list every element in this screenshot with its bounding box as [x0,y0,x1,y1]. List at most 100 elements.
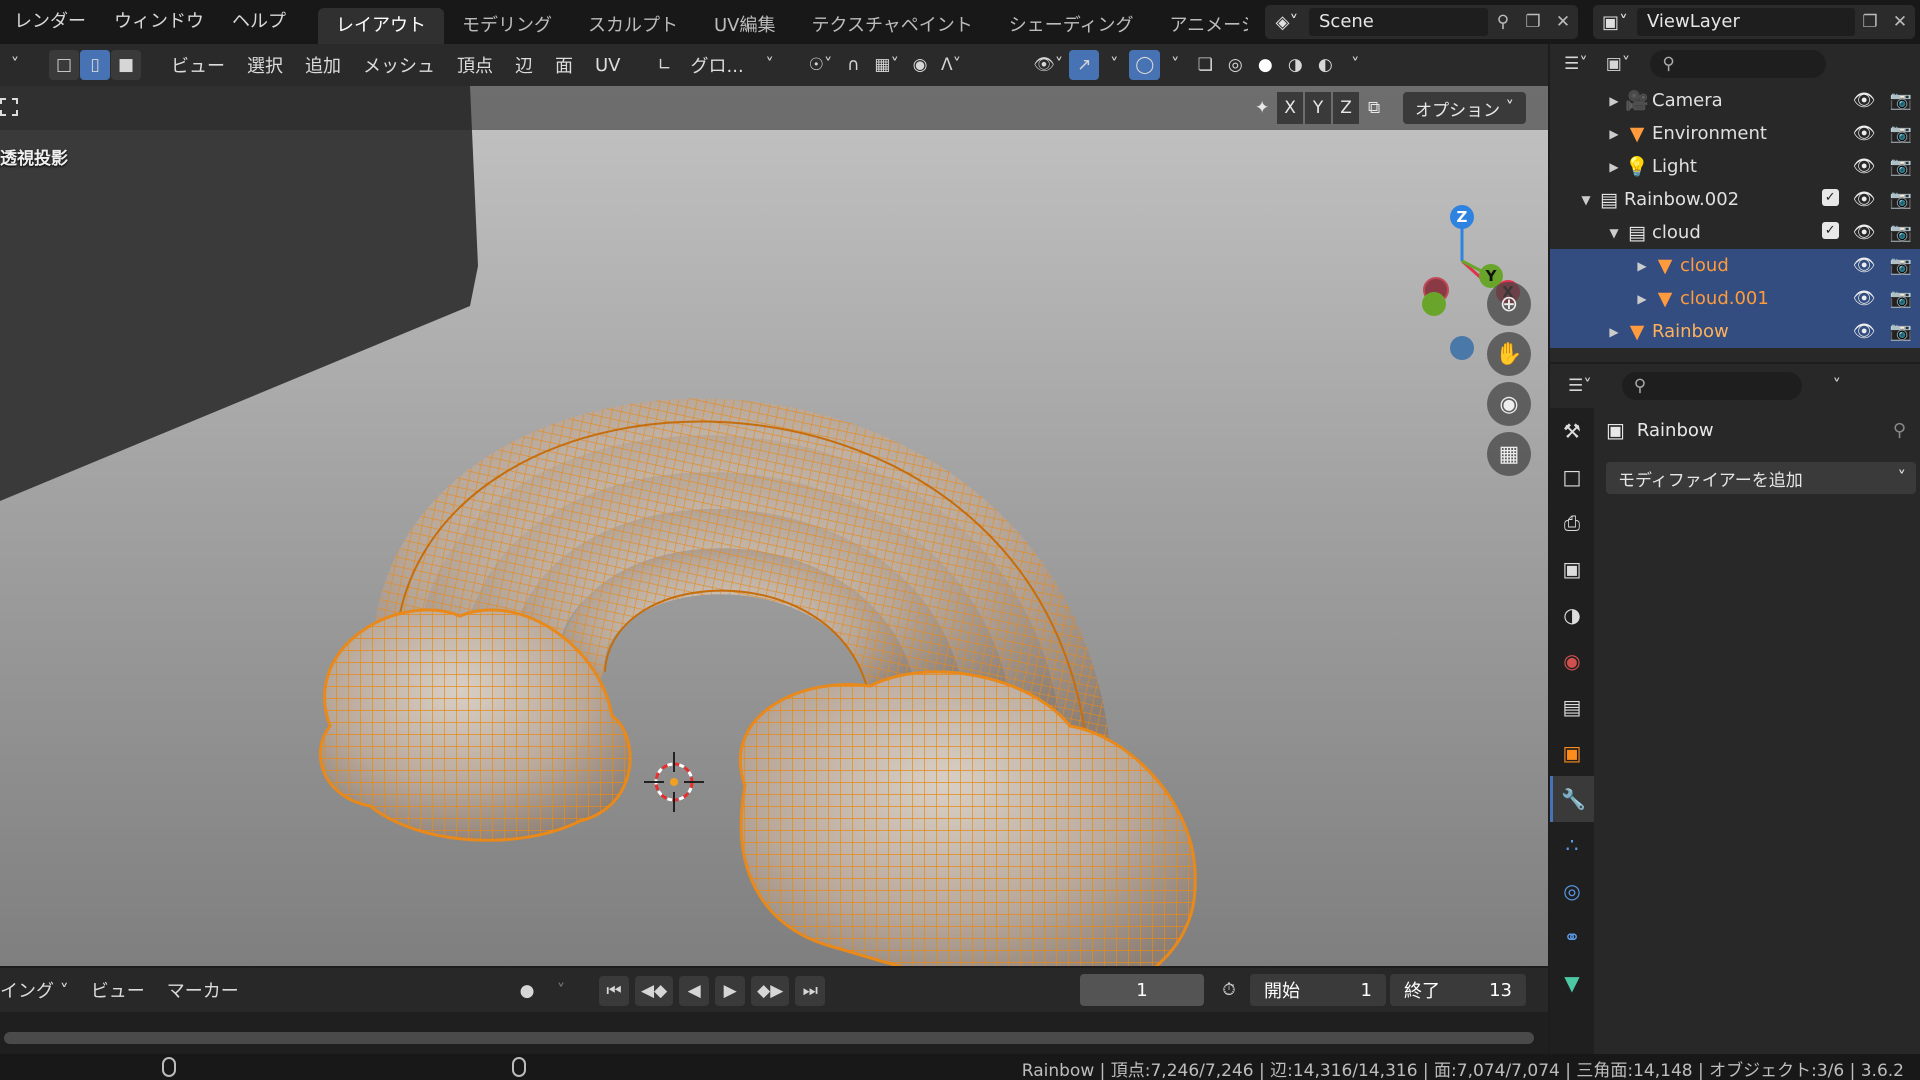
scene-tab-icon[interactable]: ◑ [1550,592,1594,638]
display-mode-icon[interactable]: ▣˅ [1600,49,1637,79]
pin-icon[interactable]: ⚲ [1488,7,1518,37]
close-icon[interactable]: ✕ [1885,7,1915,37]
collapsed-triangle-icon[interactable]: ▶ [1606,325,1622,339]
auto-merge-icon[interactable]: ⧉ [1361,92,1387,124]
render-camera-icon[interactable]: 📷 [1890,255,1912,276]
material-shading-icon[interactable]: ◑ [1280,50,1310,80]
start-frame-field[interactable]: 開始 1 [1250,974,1386,1006]
new-scene-icon[interactable]: ❐ [1518,7,1548,37]
data-tab-icon[interactable]: ▼ [1550,960,1594,1006]
outliner-row[interactable]: ▶ ▼ cloud.001 👁 📷 [1550,282,1920,315]
eye-icon[interactable]: 👁 [1853,123,1876,144]
tab-shading[interactable]: シェーディング [991,8,1152,44]
outliner-row[interactable]: ▶ 💡 Light 👁 📷 [1550,150,1920,183]
pivot-point-icon[interactable]: ☉˅ [803,50,839,80]
tab-uv-editing[interactable]: UV編集 [696,8,794,44]
stopwatch-icon[interactable]: ⏱ [1214,975,1244,1005]
chevron-down-icon[interactable]: ˅ [546,976,576,1006]
view-layer-name-field[interactable]: ViewLayer [1637,8,1855,36]
butterfly-icon[interactable]: ✦ [1249,92,1275,124]
camera-view-icon[interactable]: ◉ [1487,382,1531,426]
vertex-select-icon[interactable]: □ [49,50,79,80]
menu-view[interactable]: ビュー [160,52,236,78]
menu-select[interactable]: 選択 [236,52,294,78]
proportional-edit-icon[interactable]: ◉ [905,50,935,80]
gizmo-z-axis[interactable]: Z [1450,205,1474,229]
menu-mesh[interactable]: メッシュ [352,52,446,78]
scene-name-field[interactable]: Scene [1309,8,1488,36]
close-icon[interactable]: ✕ [1548,7,1578,37]
editor-type-dropdown[interactable]: ˅ [0,50,30,80]
menu-add[interactable]: 追加 [294,52,352,78]
xray-icon[interactable]: ❏ [1190,50,1220,80]
collapsed-triangle-icon[interactable]: ▶ [1606,127,1622,141]
jump-start-icon[interactable]: ⏮ [599,976,629,1006]
collapsed-triangle-icon[interactable]: ▶ [1634,292,1650,306]
collapsed-triangle-icon[interactable]: ▶ [1634,259,1650,273]
transform-orientation-icon[interactable]: ∟ [650,50,680,80]
prev-keyframe-icon[interactable]: ◀◆ [635,976,674,1006]
modifier-tab-icon[interactable]: 🔧 [1550,776,1594,822]
edge-select-icon[interactable]: ▯ [80,50,110,80]
add-modifier-dropdown[interactable]: モディファイアーを追加 ˅ [1606,462,1916,494]
play-icon[interactable]: ▶ [715,976,746,1006]
menu-window[interactable]: ウィンドウ [100,0,218,44]
next-keyframe-icon[interactable]: ◆▶ [751,976,790,1006]
grid-view-icon[interactable]: ▦ [1487,432,1531,476]
collection-tab-icon[interactable]: ▤ [1550,684,1594,730]
shading-options-dropdown[interactable]: ˅ [1340,50,1370,80]
timeline-ruler[interactable] [0,1012,1548,1054]
physics-tab-icon[interactable]: ◎ [1550,868,1594,914]
eye-icon[interactable]: 👁 [1853,156,1876,177]
face-select-icon[interactable]: ■ [111,50,141,80]
jump-end-icon[interactable]: ⏭ [795,976,826,1006]
mirror-y-button[interactable]: Y [1305,92,1332,124]
menu-uv[interactable]: UV [584,55,632,76]
falloff-icon[interactable]: Λ˅ [935,50,967,80]
solid-shading-icon[interactable]: ● [1250,50,1280,80]
tool-tab-icon[interactable]: ⚒ [1550,408,1594,454]
playback-mode-dropdown[interactable]: イング ˅ [0,977,80,1003]
outliner-editor-icon[interactable]: ☰˅ [1558,49,1594,79]
rendered-shading-icon[interactable]: ◐ [1310,50,1340,80]
mirror-x-button[interactable]: X [1277,92,1304,124]
outliner-row[interactable]: ▼ ▤ Rainbow.002 ✓ 👁 📷 [1550,183,1920,216]
mirror-z-button[interactable]: Z [1333,92,1360,124]
eye-icon[interactable]: 👁 [1853,255,1876,276]
tab-texture-paint[interactable]: テクスチャペイント [794,8,991,44]
play-reverse-icon[interactable]: ◀ [679,976,710,1006]
chevron-down-icon[interactable]: ˅ [755,50,785,80]
render-camera-icon[interactable]: 📷 [1890,321,1912,342]
render-camera-icon[interactable]: 📷 [1890,90,1912,111]
tab-layout[interactable]: レイアウト [318,8,444,44]
options-dropdown[interactable]: オプション ˅ [1403,92,1526,124]
render-tab-icon[interactable]: □ [1550,454,1594,500]
scene-canvas[interactable] [0,86,1548,966]
outliner-row[interactable]: ▶ ▼ Environment 👁 📷 [1550,117,1920,150]
outliner-row[interactable]: ▶ 🎥 Camera 👁 📷 [1550,84,1920,117]
end-frame-field[interactable]: 終了 13 [1390,974,1526,1006]
3d-viewport[interactable]: Z Y X ✦ X Y Z ⧉ オプション ˅ 透視投影 ⊕ ✋ ◉ ▦ [0,86,1548,966]
zoom-icon[interactable]: ⊕ [1487,282,1531,326]
constraints-tab-icon[interactable]: ⚭ [1550,914,1594,960]
collapsed-triangle-icon[interactable]: ▶ [1606,160,1622,174]
outliner-row[interactable]: ▼ ▤ cloud ✓ 👁 📷 [1550,216,1920,249]
expanded-triangle-icon[interactable]: ▼ [1578,193,1594,207]
tab-animation[interactable]: アニメーシ [1152,8,1248,44]
wireframe-shading-icon[interactable]: ◎ [1220,50,1250,80]
tab-sculpt[interactable]: スカルプト [570,8,696,44]
timeline-scrollbar[interactable] [4,1032,1534,1044]
tab-modeling[interactable]: モデリング [444,8,570,44]
properties-editor-icon[interactable]: ☰˅ [1562,371,1598,401]
chevron-down-icon[interactable]: ˅ [1099,50,1129,80]
timeline-menu-marker[interactable]: マーカー [156,977,250,1003]
outliner-row[interactable]: ▶ ▼ Rainbow 👁 📷 [1550,315,1920,348]
overlay-icon[interactable]: ◯ [1129,50,1161,80]
menu-edge[interactable]: 辺 [504,52,544,78]
world-tab-icon[interactable]: ◉ [1550,638,1594,684]
expanded-triangle-icon[interactable]: ▼ [1606,226,1622,240]
chevron-down-icon[interactable]: ˅ [1822,371,1852,401]
menu-face[interactable]: 面 [544,52,584,78]
menu-render[interactable]: レンダー [0,0,100,44]
render-camera-icon[interactable]: 📷 [1890,123,1912,144]
